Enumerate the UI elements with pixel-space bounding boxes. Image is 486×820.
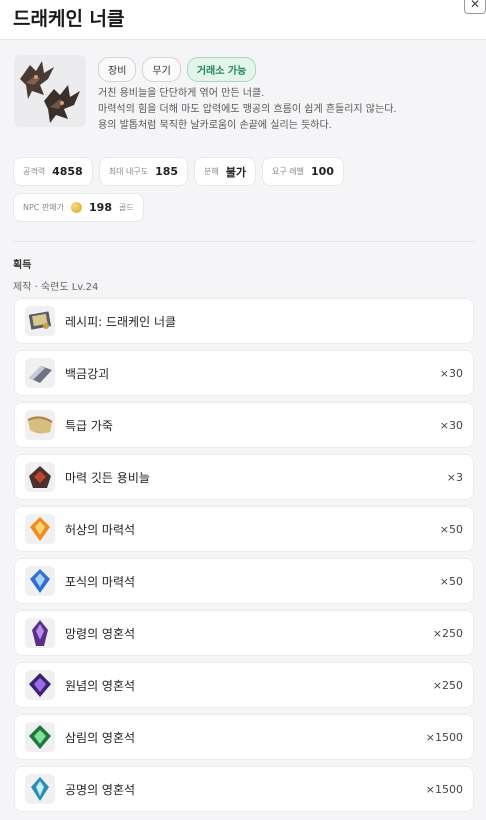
knuckle-item-icon xyxy=(14,55,86,127)
price-unit: 골드 xyxy=(119,203,134,212)
recipe-row[interactable]: 레시피: 드래케인 너클 xyxy=(14,298,474,344)
window-header: 드래케인 너클 ✕ xyxy=(0,0,486,40)
leather-icon xyxy=(25,410,55,440)
dragon-scale-icon xyxy=(25,462,55,492)
recipe-name: 레시피: 드래케인 너클 xyxy=(65,314,177,329)
purple-soulstone-icon xyxy=(25,618,55,648)
material-row[interactable]: 백금강괴 ×30 xyxy=(14,350,474,396)
cyan-soulstone-icon xyxy=(25,774,55,804)
badge-type: 장비 xyxy=(98,57,137,82)
material-quantity: ×30 xyxy=(439,366,463,380)
stat-disassemble: 분해 불가 xyxy=(194,157,257,186)
description-line: 거친 용비늘을 단단하게 엮어 만든 너클. xyxy=(98,88,265,99)
badge-category: 무기 xyxy=(142,57,181,82)
material-row[interactable]: 원념의 영혼석 ×250 xyxy=(14,662,474,708)
material-quantity: ×50 xyxy=(439,522,463,536)
material-quantity: ×30 xyxy=(439,418,463,432)
npc-sell-price: NPC 판매가 198 골드 xyxy=(13,193,144,222)
price-value: 198 xyxy=(89,201,112,214)
stat-value: 4858 xyxy=(52,165,83,178)
material-name: 포식의 마력석 xyxy=(65,574,136,589)
material-name: 허상의 마력석 xyxy=(65,522,136,537)
close-button[interactable]: ✕ xyxy=(464,0,486,14)
green-soulstone-icon xyxy=(25,722,55,752)
material-name: 특급 가죽 xyxy=(65,418,113,433)
acquire-method: 제작 · 숙련도 Lv.24 xyxy=(13,282,99,293)
material-row[interactable]: 포식의 마력석 ×50 xyxy=(14,558,474,604)
badge-tradeable: 거래소 가능 xyxy=(186,57,257,82)
stat-value: 불가 xyxy=(225,165,247,179)
stat-label: 공격력 xyxy=(23,167,46,176)
gold-coin-icon xyxy=(71,202,83,213)
platinum-ingot-icon xyxy=(25,358,55,388)
material-quantity: ×250 xyxy=(432,678,463,692)
stat-attack: 공격력 4858 xyxy=(13,157,93,186)
recipe-material-list: 레시피: 드래케인 너클 백금강괴 ×30 특급 가죽 ×30 마력 깃든 용비… xyxy=(14,298,474,818)
recipe-scroll-icon xyxy=(25,306,55,336)
material-name: 마력 깃든 용비늘 xyxy=(65,470,150,485)
stat-label: 분해 xyxy=(204,167,219,176)
blue-crystal-icon xyxy=(25,566,55,596)
item-description: 거친 용비늘을 단단하게 엮어 만든 너클. 마력석의 힘을 더해 마도 압력에… xyxy=(98,86,474,134)
price-label: NPC 판매가 xyxy=(23,203,65,212)
stat-value: 185 xyxy=(155,165,179,178)
material-row[interactable]: 망령의 영혼석 ×250 xyxy=(14,610,474,656)
material-row[interactable]: 허상의 마력석 ×50 xyxy=(14,506,474,552)
stat-durability: 최대 내구도 185 xyxy=(98,157,189,186)
material-name: 백금강괴 xyxy=(65,366,110,381)
item-stats: 공격력 4858 최대 내구도 185 분해 불가 요구 레벨 100 xyxy=(13,157,344,186)
description-line: 용의 발톱처럼 묵직한 날카로움이 손끝에 실리는 듯하다. xyxy=(98,120,332,131)
material-name: 공명의 영혼석 xyxy=(65,782,136,797)
item-summary: 장비 무기 거래소 가능 거친 용비늘을 단단하게 엮어 만든 너클. 마력석의… xyxy=(14,55,474,151)
material-quantity: ×3 xyxy=(446,470,463,484)
material-row[interactable]: 삼림의 영혼석 ×1500 xyxy=(14,714,474,760)
material-quantity: ×1500 xyxy=(425,782,463,796)
material-quantity: ×50 xyxy=(439,574,463,588)
stat-label: 최대 내구도 xyxy=(108,167,149,176)
material-quantity: ×250 xyxy=(432,626,463,640)
material-name: 삼림의 영혼석 xyxy=(65,730,136,745)
material-row[interactable]: 특급 가죽 ×30 xyxy=(14,402,474,448)
material-row[interactable]: 마력 깃든 용비늘 ×3 xyxy=(14,454,474,500)
material-name: 망령의 영혼석 xyxy=(65,626,136,641)
orange-crystal-icon xyxy=(25,514,55,544)
material-quantity: ×1500 xyxy=(425,730,463,744)
material-name: 원념의 영혼석 xyxy=(65,678,136,693)
violet-soulstone-icon xyxy=(25,670,55,700)
section-divider xyxy=(13,241,475,242)
item-title: 드래케인 너클 xyxy=(13,8,125,30)
description-line: 마력석의 힘을 더해 마도 압력에도 맹공의 흐름이 쉽게 흔들리지 않는다. xyxy=(98,104,397,115)
stat-value: 100 xyxy=(311,165,334,178)
stat-label: 요구 레벨 xyxy=(272,167,304,176)
acquire-section-title: 획득 xyxy=(13,260,32,271)
stat-required-level: 요구 레벨 100 xyxy=(262,157,344,186)
material-row[interactable]: 공명의 영혼석 ×1500 xyxy=(14,766,474,812)
item-badges: 장비 무기 거래소 가능 xyxy=(98,57,257,82)
